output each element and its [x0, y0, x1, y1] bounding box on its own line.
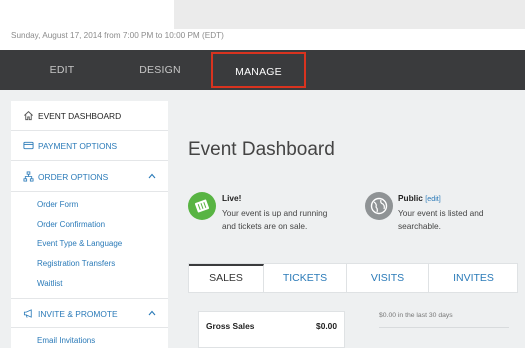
sidebar-subitem-waitlist[interactable]: Waitlist [37, 279, 62, 288]
sitemap-icon [23, 171, 34, 182]
tab-visits[interactable]: VISITS [347, 264, 429, 292]
public-status-label: Public [398, 193, 423, 203]
live-status-title: Live! [222, 193, 242, 203]
home-icon [24, 111, 33, 121]
sidebar-item-label: ORDER OPTIONS [38, 172, 109, 182]
sidebar-item-order-options[interactable]: ORDER OPTIONS [11, 162, 168, 192]
chevron-up-icon[interactable] [148, 173, 156, 179]
tab-sales[interactable]: SALES [189, 264, 264, 292]
sidebar-subitem-email-invitations[interactable]: Email Invitations [37, 336, 95, 345]
main-panel: Event Dashboard Live! Your event is up a… [168, 101, 525, 348]
chevron-up-icon[interactable] [148, 310, 156, 316]
sidebar-item-invite-promote[interactable]: INVITE & PROMOTE [11, 298, 168, 328]
megaphone-icon [23, 309, 32, 318]
tab-invites[interactable]: INVITES [429, 264, 518, 292]
sidebar: EVENT DASHBOARD PAYMENT OPTIONS ORDER OP… [11, 101, 168, 348]
public-status-icon [365, 192, 393, 220]
tab-tickets[interactable]: TICKETS [264, 264, 347, 292]
nav-tab-design[interactable]: DESIGN [118, 50, 202, 90]
gross-sales-value: $0.00 [316, 321, 337, 331]
gross-sales-card: Gross Sales $0.00 [198, 311, 345, 348]
event-header: Sunday, August 17, 2014 from 7:00 PM to … [0, 0, 525, 50]
globe-icon [370, 197, 388, 215]
public-status-line2: searchable. [398, 221, 441, 231]
ticket-icon [194, 199, 210, 213]
sidebar-item-payment-options[interactable]: PAYMENT OPTIONS [11, 131, 168, 161]
public-status-line1: Your event is listed and [398, 208, 484, 218]
sidebar-subitem-registration-transfers[interactable]: Registration Transfers [37, 259, 115, 268]
event-date-text: Sunday, August 17, 2014 from 7:00 PM to … [11, 31, 224, 40]
credit-card-icon [23, 141, 34, 150]
sidebar-item-label: EVENT DASHBOARD [38, 111, 122, 121]
sidebar-subitem-order-confirmation[interactable]: Order Confirmation [37, 220, 105, 229]
sidebar-item-event-dashboard[interactable]: EVENT DASHBOARD [11, 101, 168, 131]
header-logo-area [0, 0, 174, 29]
public-status-title: Public [edit] [398, 193, 441, 203]
gross-sales-label: Gross Sales [206, 321, 255, 331]
public-edit-link[interactable]: [edit] [425, 194, 441, 203]
main-nav-bar: EDIT DESIGN MANAGE [0, 50, 525, 90]
nav-tab-edit[interactable]: EDIT [20, 50, 104, 90]
sales-divider [379, 327, 509, 328]
nav-tab-manage[interactable]: MANAGE [211, 52, 306, 88]
live-status-line1: Your event is up and running [222, 208, 328, 218]
page-title: Event Dashboard [188, 139, 335, 160]
sidebar-subitem-order-form[interactable]: Order Form [37, 200, 78, 209]
sidebar-item-label: PAYMENT OPTIONS [38, 141, 118, 151]
sales-period-text: $0.00 in the last 30 days [379, 312, 453, 319]
dashboard-tabs: SALES TICKETS VISITS INVITES [188, 263, 518, 293]
live-status-line2: and tickets are on sale. [222, 221, 308, 231]
sidebar-subitem-event-type-language[interactable]: Event Type & Language [37, 239, 122, 248]
live-status-icon [188, 192, 216, 220]
sidebar-item-label: INVITE & PROMOTE [38, 309, 118, 319]
